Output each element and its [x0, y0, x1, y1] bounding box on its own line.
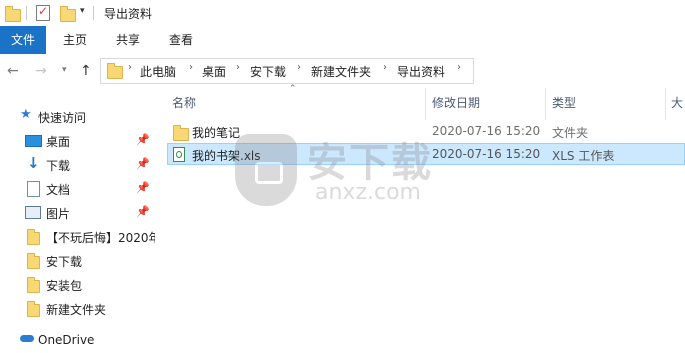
excel-file-icon	[173, 147, 185, 162]
pin-icon[interactable]: 📌	[136, 133, 150, 146]
chevron-right-icon[interactable]: ›	[189, 62, 193, 73]
column-header-modified[interactable]: 修改日期	[432, 94, 480, 114]
sidebar-item-label: 安装包	[46, 279, 83, 293]
divider	[93, 6, 94, 20]
sidebar-item-label: 新建文件夹	[46, 303, 107, 317]
chevron-right-icon[interactable]: ›	[236, 62, 240, 73]
column-header-name[interactable]: 名称	[172, 94, 196, 114]
chevron-right-icon[interactable]: ›	[457, 62, 461, 73]
tab-file[interactable]: 文件	[0, 26, 46, 54]
breadcrumb-new-folder[interactable]: 新建文件夹	[311, 63, 371, 80]
sidebar-item-desktop[interactable]: 桌面 📌	[0, 129, 155, 153]
chevron-right-icon[interactable]: ›	[128, 62, 132, 73]
column-divider[interactable]	[425, 88, 426, 120]
sidebar-item-documents[interactable]: 文档 📌	[0, 177, 155, 201]
navigation-pane: ★ 快速访问 桌面 📌 ↓ 下载 📌 文档 📌 图片 📌 【不玩后悔】2020年…	[0, 95, 155, 347]
sidebar-item-label: 安下载	[46, 255, 83, 269]
file-name: 我的笔记	[192, 126, 241, 140]
folder-icon	[27, 301, 40, 317]
file-type: XLS 工作表	[552, 149, 615, 163]
folder-icon	[107, 63, 123, 79]
sidebar-item-downloads[interactable]: ↓ 下载 📌	[0, 153, 155, 177]
window-title: 导出资料	[104, 7, 153, 21]
forward-arrow-icon[interactable]: →	[35, 63, 47, 79]
breadcrumb-desktop[interactable]: 桌面	[202, 63, 226, 80]
document-icon	[27, 181, 40, 197]
recent-locations-chevron-icon[interactable]: ▾	[62, 65, 67, 75]
folder-icon	[173, 125, 189, 141]
breadcrumb-anxiazai[interactable]: 安下载	[250, 63, 286, 80]
sidebar-item-label: OneDrive	[38, 333, 95, 347]
sidebar-item-label: 桌面	[46, 135, 71, 149]
sidebar-item-label: 下载	[46, 159, 71, 173]
column-divider[interactable]	[665, 88, 666, 120]
column-header-size[interactable]: 大	[671, 94, 683, 114]
folder-icon	[5, 6, 21, 22]
shield-icon	[235, 134, 297, 206]
sidebar-item-pictures[interactable]: 图片 📌	[0, 201, 155, 225]
folder-icon	[27, 253, 40, 269]
pin-icon[interactable]: 📌	[136, 205, 150, 218]
column-divider[interactable]	[545, 88, 546, 120]
tab-view[interactable]: 查看	[158, 26, 204, 54]
sidebar-item-quick-access[interactable]: ★ 快速访问	[0, 105, 155, 129]
new-folder-icon[interactable]	[60, 6, 76, 22]
watermark-subtext: anxz.com	[315, 180, 421, 205]
title-bar: ✓ ▾ 导出资料	[0, 0, 685, 26]
properties-check-icon[interactable]: ✓	[36, 4, 50, 21]
tab-home[interactable]: 主页	[52, 26, 98, 54]
tab-share[interactable]: 共享	[105, 26, 151, 54]
watermark: 安下载 anxz.com	[235, 130, 450, 210]
pin-icon[interactable]: 📌	[136, 181, 150, 194]
chevron-right-icon[interactable]: ›	[383, 62, 387, 73]
breadcrumb-this-pc[interactable]: 此电脑	[140, 63, 176, 80]
sort-ascending-icon: ⌃	[289, 84, 297, 94]
breadcrumb-export-data[interactable]: 导出资料	[397, 63, 445, 80]
download-icon: ↓	[27, 154, 40, 172]
column-header-type[interactable]: 类型	[552, 94, 576, 114]
sidebar-item-onedrive[interactable]: OneDrive	[0, 329, 155, 353]
sidebar-item-new-folder[interactable]: 新建文件夹	[0, 297, 155, 321]
divider	[26, 6, 27, 20]
file-type: 文件夹	[552, 126, 589, 140]
folder-icon	[27, 229, 40, 245]
back-arrow-icon[interactable]: ←	[7, 63, 19, 79]
sidebar-item-label: 图片	[46, 207, 71, 221]
desktop-icon	[25, 135, 42, 147]
address-bar[interactable]: › 此电脑 › 桌面 › 安下载 › 新建文件夹 › 导出资料 ›	[100, 58, 474, 84]
sidebar-item-anxiazai[interactable]: 安下载	[0, 249, 155, 273]
sidebar-item-folder[interactable]: 【不玩后悔】2020年	[0, 225, 155, 249]
sidebar-item-label: 快速访问	[38, 111, 87, 125]
sidebar-item-install-packages[interactable]: 安装包	[0, 273, 155, 297]
customize-toolbar-icon[interactable]: ▾	[80, 6, 85, 16]
chevron-right-icon[interactable]: ›	[297, 62, 301, 73]
onedrive-cloud-icon	[20, 335, 34, 342]
sidebar-item-label: 文档	[46, 183, 71, 197]
ribbon	[0, 26, 685, 55]
folder-icon	[27, 277, 40, 293]
picture-icon	[25, 206, 41, 219]
up-arrow-icon[interactable]: ↑	[80, 63, 92, 79]
sidebar-item-label: 【不玩后悔】2020年	[46, 231, 155, 245]
pin-icon[interactable]: 📌	[136, 157, 150, 170]
star-icon: ★	[20, 107, 32, 122]
